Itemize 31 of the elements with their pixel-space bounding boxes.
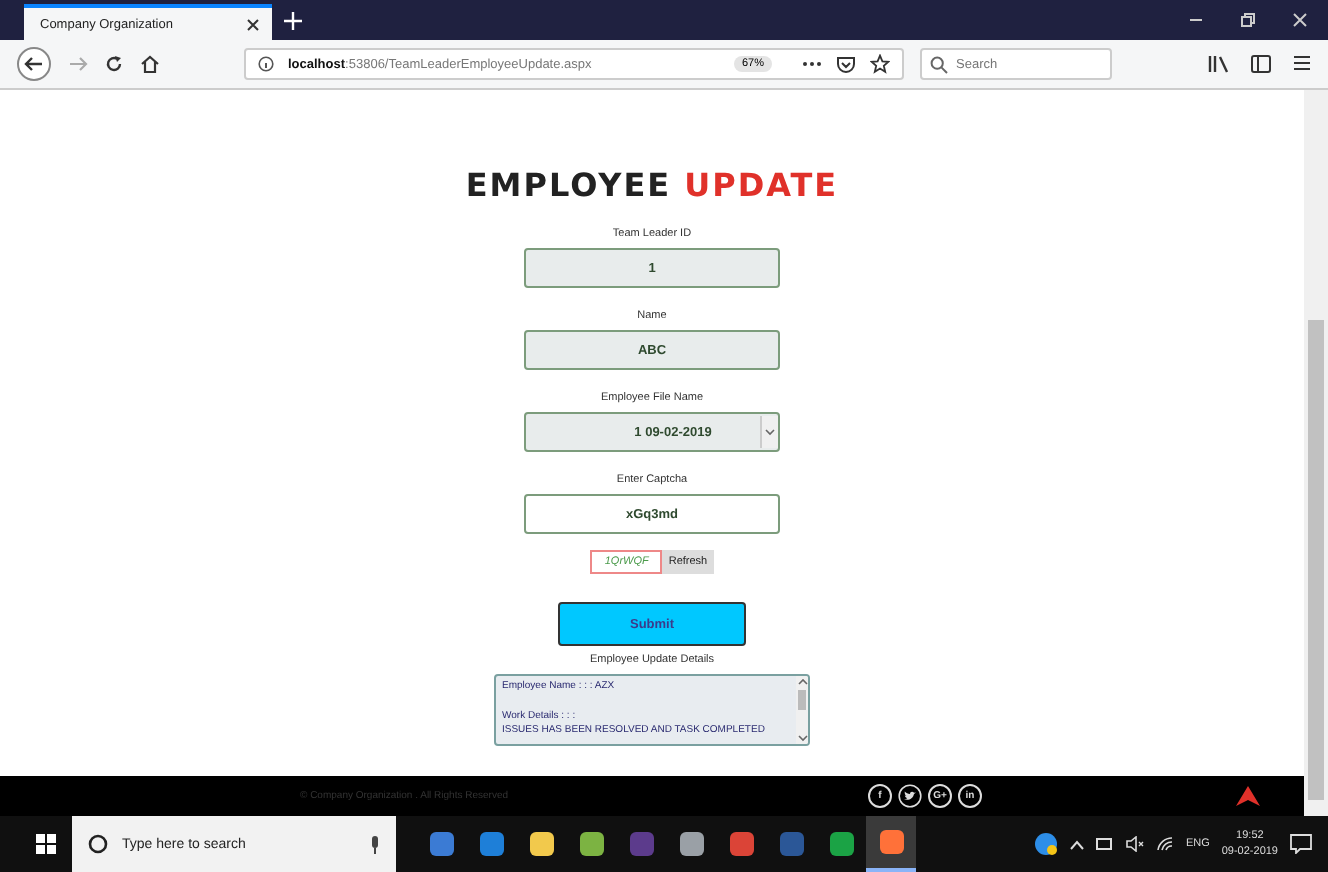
library-icon[interactable] — [1208, 54, 1230, 74]
back-icon[interactable] — [16, 46, 52, 82]
caret-icon — [760, 416, 778, 448]
menu-icon[interactable] — [1292, 54, 1312, 72]
restore-icon[interactable] — [1240, 12, 1256, 28]
home-icon[interactable] — [140, 54, 160, 74]
info-icon[interactable] — [258, 56, 274, 72]
sidebar-icon[interactable] — [1250, 54, 1272, 74]
start-icon[interactable] — [36, 834, 56, 854]
page-title: EMPLOYEE UPDATE — [465, 166, 839, 204]
search-icon — [930, 55, 948, 73]
more-icon[interactable] — [802, 60, 822, 68]
taskbar-app[interactable] — [866, 816, 916, 872]
chevron-up-icon[interactable] — [1069, 839, 1084, 849]
star-icon[interactable] — [870, 54, 890, 74]
battery-icon[interactable] — [1095, 838, 1114, 850]
bird-icon[interactable] — [898, 784, 923, 808]
wifi-icon[interactable] — [1155, 836, 1174, 852]
notification-icon[interactable] — [1290, 834, 1312, 854]
cortana-icon — [88, 834, 108, 854]
arrow-down-icon[interactable] — [797, 734, 807, 742]
pocket-icon[interactable] — [836, 54, 856, 74]
new-tab-icon[interactable] — [284, 12, 302, 30]
arrow-up-icon[interactable] — [797, 678, 807, 686]
close-icon[interactable] — [246, 17, 260, 31]
textarea-scrollbar[interactable] — [796, 676, 808, 744]
reload-icon[interactable] — [104, 54, 124, 74]
microphone-icon[interactable] — [370, 835, 380, 853]
arrow-up-icon[interactable] — [1236, 786, 1260, 806]
page-scrollbar[interactable] — [1304, 90, 1328, 816]
speaker-icon[interactable] — [1125, 836, 1144, 852]
